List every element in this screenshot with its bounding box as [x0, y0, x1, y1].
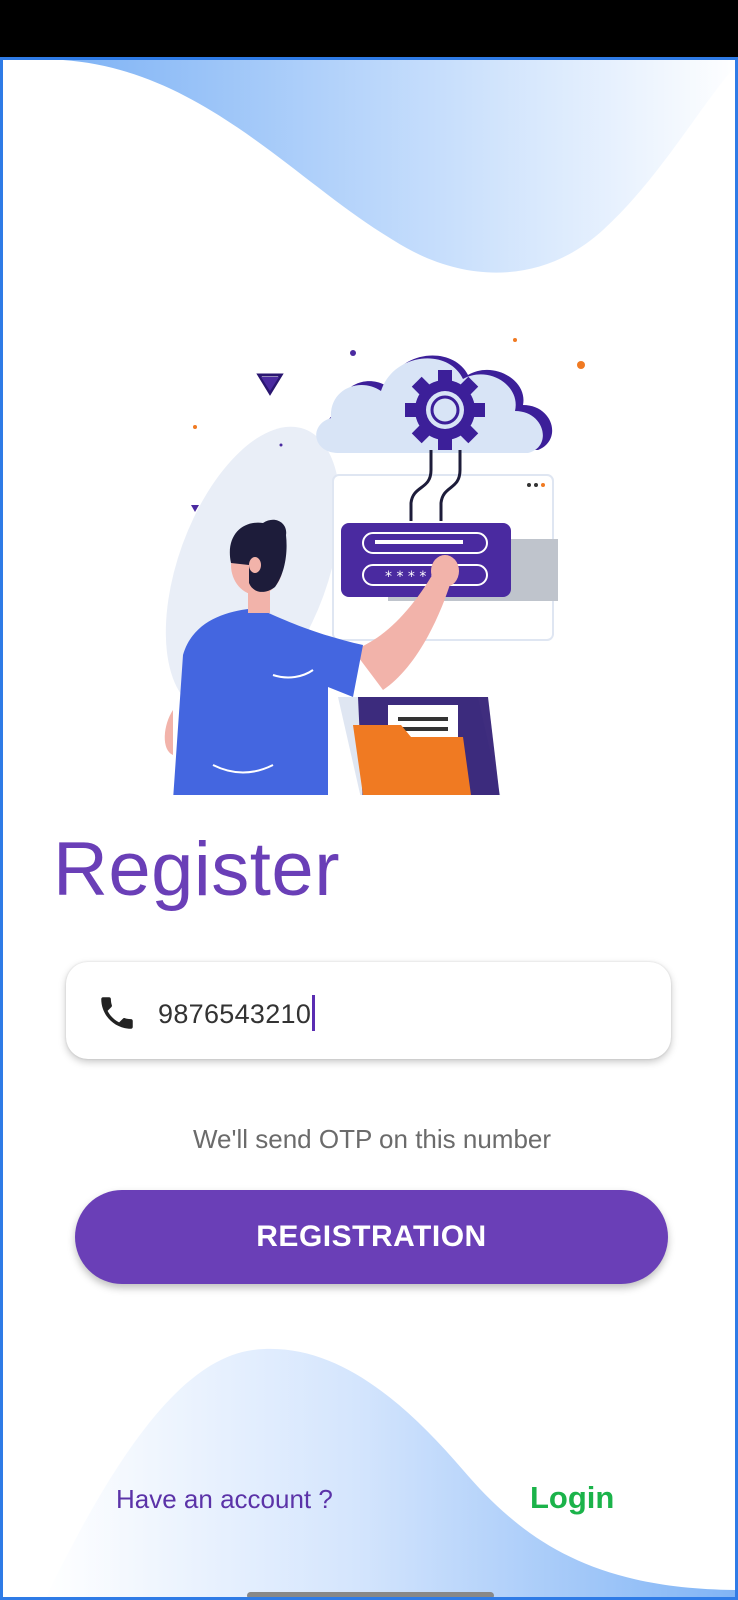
phone-number-field[interactable]: 9876543210 — [66, 962, 671, 1059]
have-account-text: Have an account ? — [116, 1484, 333, 1514]
phone-number-input[interactable]: 9876543210 — [158, 995, 316, 1031]
otp-hint-text: We'll send OTP on this number — [3, 1124, 735, 1155]
gesture-nav-bar[interactable] — [247, 1592, 494, 1597]
phone-icon — [101, 997, 133, 1029]
login-link[interactable]: Login — [530, 1480, 614, 1516]
phone-number-value: 9876543210 — [158, 999, 312, 1029]
page-title: Register — [53, 827, 340, 912]
registration-button[interactable]: REGISTRATION — [75, 1190, 668, 1284]
status-bar — [0, 0, 738, 57]
text-cursor — [312, 995, 316, 1031]
register-screen: * * * * * Register 9876543210 We'll send… — [0, 57, 738, 1600]
otp-hint-label: We'll send OTP on this number — [192, 1124, 552, 1154]
register-illustration-icon: * * * * * — [164, 338, 585, 795]
